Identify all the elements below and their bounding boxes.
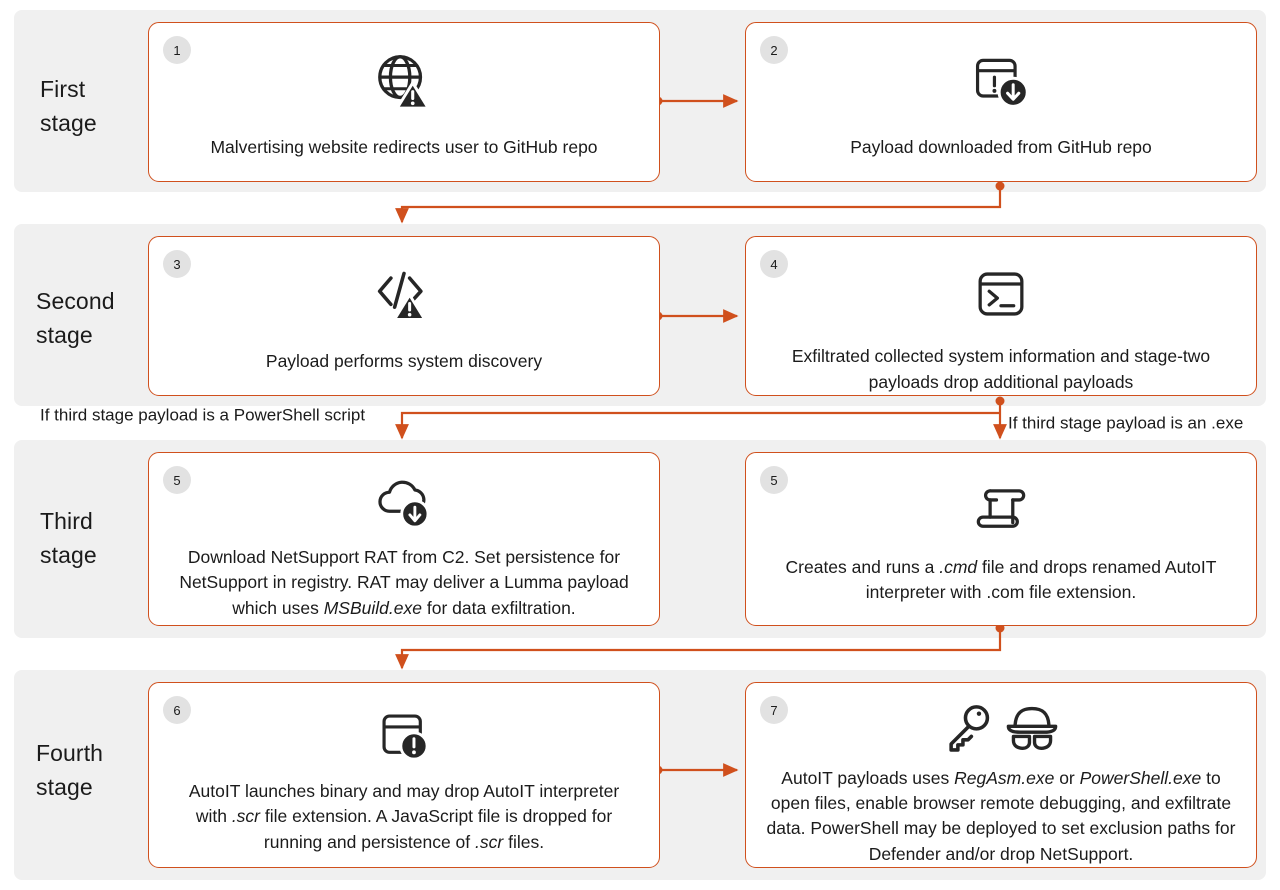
- stage-label-second-line2: stage: [36, 322, 93, 349]
- stage-label-fourth-line2: stage: [36, 774, 93, 801]
- card-1-text: Malvertising website redirects user to G…: [210, 137, 598, 157]
- connector-4-to-5-left: [395, 411, 1000, 440]
- stage-label-second-line1: Second: [36, 288, 115, 314]
- stage-label-third-line2: stage: [40, 542, 97, 569]
- terminal-icon: [972, 259, 1030, 328]
- key-spy-icon: [941, 699, 1061, 758]
- branch-label-right: If third stage payload is an .exe: [1008, 413, 1244, 433]
- card-1-badge: 1: [163, 36, 191, 64]
- card-5-left-badge: 5: [163, 466, 191, 494]
- card-2-text: Payload downloaded from GitHub repo: [850, 137, 1152, 157]
- stage-label-second: Second stage: [36, 284, 166, 352]
- window-warning-icon: [375, 703, 433, 769]
- card-1[interactable]: 1 Malvertising website redirects user to…: [148, 22, 660, 182]
- card-3-badge: 3: [163, 250, 191, 278]
- card-4[interactable]: 4 Exfiltrated collected system informati…: [745, 236, 1257, 396]
- globe-warning-icon: [373, 45, 435, 117]
- code-warning-icon: [374, 259, 434, 331]
- card-7-badge: 7: [760, 696, 788, 724]
- card-6-badge: 6: [163, 696, 191, 724]
- card-7[interactable]: 7 AutoIT payloads uses RegAsm.exe or Pow…: [745, 682, 1257, 868]
- card-5-left-text: Download NetSupport RAT from C2. Set per…: [179, 547, 629, 618]
- stage-label-first: First stage: [40, 72, 150, 140]
- stage-label-fourth-line1: Fourth: [36, 740, 104, 766]
- card-5-right-badge: 5: [760, 466, 788, 494]
- card-6[interactable]: 6 AutoIT launches binary and may drop Au…: [148, 682, 660, 868]
- stage-label-fourth: Fourth stage: [36, 736, 166, 804]
- stage-label-third: Third stage: [40, 504, 150, 572]
- card-3-text: Payload performs system discovery: [265, 351, 543, 371]
- branch-label-left: If third stage payload is a PowerShell s…: [40, 405, 366, 425]
- card-7-text: AutoIT payloads uses RegAsm.exe or Power…: [766, 767, 1236, 864]
- stage-label-first-line2: stage: [40, 110, 97, 137]
- card-2[interactable]: 2 Payload downloaded from GitHub repo: [745, 22, 1257, 182]
- attack-chain-diagram: First stage Second stage Third stage Fou…: [0, 0, 1280, 890]
- card-4-text: Exfiltrated collected system information…: [791, 346, 1211, 392]
- card-3[interactable]: 3 Payload performs system discovery: [148, 236, 660, 396]
- card-2-badge: 2: [760, 36, 788, 64]
- cloud-download-icon: [375, 473, 433, 535]
- stage-label-third-line1: Third: [40, 508, 93, 534]
- card-4-badge: 4: [760, 250, 788, 278]
- card-5-right[interactable]: 5 Creates and runs a .cmd file and drops…: [745, 452, 1257, 626]
- window-download-warning-icon: [971, 45, 1031, 117]
- stage-label-first-line1: First: [40, 76, 86, 102]
- card-5-left[interactable]: 5 Download NetSupport RAT from C2. Set p…: [148, 452, 660, 626]
- card-5-right-text: Creates and runs a .cmd file and drops r…: [785, 557, 1217, 603]
- card-6-text: AutoIT launches binary and may drop Auto…: [188, 781, 620, 852]
- script-scroll-icon: [972, 475, 1030, 543]
